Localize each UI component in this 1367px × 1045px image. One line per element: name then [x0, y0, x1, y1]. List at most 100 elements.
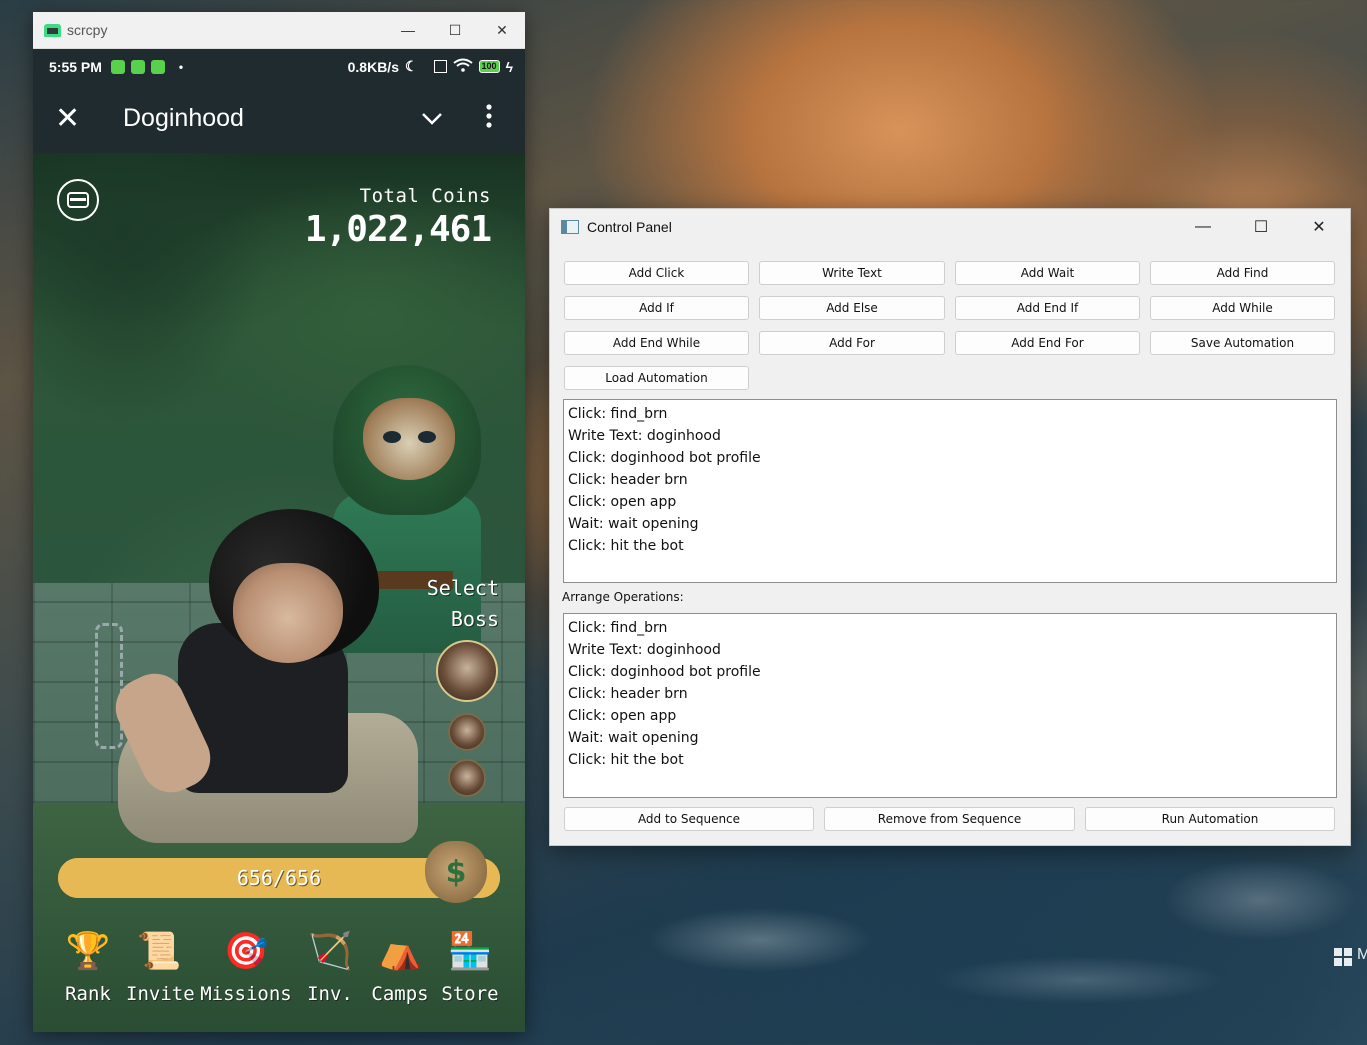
add-end-while-button[interactable]: Add End While [564, 331, 749, 355]
android-icon [44, 23, 61, 37]
scrcpy-titlebar[interactable]: scrcpy — ☐ ✕ [33, 12, 525, 49]
add-if-button[interactable]: Add If [564, 296, 749, 320]
money-bag-icon[interactable]: $ [425, 841, 487, 903]
energy-text: 656/656 [236, 866, 322, 890]
wallet-icon [67, 192, 89, 208]
list-item[interactable]: Write Text: doginhood [568, 425, 1332, 447]
notification-app-icon [130, 59, 145, 74]
close-button[interactable]: ✕ [1290, 209, 1348, 245]
total-coins-value: 1,022,461 [304, 209, 492, 250]
list-item[interactable]: Click: header brn [568, 469, 1332, 491]
nav-item-inventory[interactable]: 🏹 Inv. [307, 923, 353, 1005]
nav-label: Missions [200, 983, 292, 1005]
desktop-wallpaper-detail [560, 860, 1367, 1045]
boss-avatar-selected[interactable] [436, 640, 498, 702]
total-coins-label: Total Coins [359, 185, 491, 207]
operations-list[interactable]: Click: find_brn Write Text: doginhood Cl… [563, 399, 1337, 583]
wallet-button[interactable] [57, 179, 99, 221]
notification-app-icon [110, 59, 125, 74]
load-automation-button[interactable]: Load Automation [564, 366, 749, 390]
list-item[interactable]: Click: open app [568, 491, 1332, 513]
add-while-button[interactable]: Add While [1150, 296, 1335, 320]
list-item[interactable]: Wait: wait opening [568, 513, 1332, 535]
control-panel-titlebar[interactable]: Control Panel — ☐ ✕ [550, 209, 1350, 245]
boss-avatar[interactable] [448, 713, 486, 751]
scroll-icon: 📜 [136, 930, 182, 971]
charging-icon: ϟ [505, 58, 513, 75]
list-item[interactable]: Click: open app [568, 705, 1332, 727]
list-item[interactable]: Click: header brn [568, 683, 1332, 705]
archer-character-face [363, 398, 455, 480]
boss-avatar[interactable] [448, 759, 486, 797]
close-icon[interactable]: ✕ [55, 102, 80, 136]
remove-from-sequence-button[interactable]: Remove from Sequence [824, 807, 1075, 831]
quiver-icon: 🏹 [307, 930, 353, 971]
add-to-sequence-button[interactable]: Add to Sequence [564, 807, 814, 831]
store-icon: 🏪 [447, 930, 493, 971]
close-button[interactable]: ✕ [479, 12, 525, 48]
game-view[interactable]: Total Coins 1,022,461 Select Boss 656/65… [33, 153, 525, 1032]
control-panel-title: Control Panel [587, 219, 672, 235]
add-else-button[interactable]: Add Else [759, 296, 945, 320]
battery-icon: 100 [478, 60, 500, 73]
more-notifications-dot: • [178, 59, 184, 74]
list-item[interactable]: Click: find_brn [568, 403, 1332, 425]
run-automation-button[interactable]: Run Automation [1085, 807, 1335, 831]
scrcpy-window: scrcpy — ☐ ✕ 5:55 PM • 0.8KB/s ☾ 100 ϟ ✕… [33, 12, 525, 1032]
nav-item-rank[interactable]: 🏆 Rank [61, 923, 115, 1005]
boss-character-face[interactable] [233, 563, 343, 663]
select-boss-line: Select [426, 576, 499, 600]
add-click-button[interactable]: Add Click [564, 261, 749, 285]
status-right-group: 0.8KB/s ☾ 100 ϟ [348, 49, 513, 84]
network-speed: 0.8KB/s [347, 58, 399, 75]
nav-label: Store [441, 983, 499, 1005]
window-app-icon [561, 220, 579, 234]
write-text-button[interactable]: Write Text [759, 261, 945, 285]
list-item[interactable]: Wait: wait opening [568, 727, 1332, 749]
minimize-button[interactable]: — [1174, 209, 1232, 245]
chain [95, 623, 123, 749]
target-icon: 🎯 [223, 930, 269, 971]
trophy-icon: 🏆 [65, 930, 111, 971]
nav-label: Invite [126, 983, 195, 1005]
nav-item-invite[interactable]: 📜 Invite [126, 923, 195, 1005]
list-item[interactable]: Click: doginhood bot profile [568, 661, 1332, 683]
wifi-icon [452, 58, 473, 75]
nav-item-missions[interactable]: 🎯 Missions [200, 923, 292, 1005]
add-wait-button[interactable]: Add Wait [955, 261, 1140, 285]
tent-icon: ⛺ [377, 930, 423, 971]
nav-label: Rank [65, 983, 111, 1005]
telegram-app-header: ✕ Doginhood [33, 84, 525, 154]
maximize-button[interactable]: ☐ [1232, 209, 1290, 245]
select-boss-line: Boss [450, 607, 499, 631]
phone-status-bar: 5:55 PM • 0.8KB/s ☾ 100 ϟ [33, 49, 525, 84]
list-item[interactable]: Click: doginhood bot profile [568, 447, 1332, 469]
arranged-operations-list[interactable]: Click: find_brn Write Text: doginhood Cl… [563, 613, 1337, 798]
save-automation-button[interactable]: Save Automation [1150, 331, 1335, 355]
chevron-down-icon[interactable] [421, 106, 443, 132]
select-boss-label[interactable]: Select Boss [427, 573, 499, 635]
bottom-nav: 🏆 Rank 📜 Invite 🎯 Missions 🏹 Inv. ⛺ Camp… [33, 923, 525, 1023]
more-options-icon[interactable] [486, 104, 492, 133]
nav-item-store[interactable]: 🏪 Store [438, 923, 502, 1005]
add-end-if-button[interactable]: Add End If [955, 296, 1140, 320]
minimize-button[interactable]: — [385, 12, 431, 48]
list-item[interactable]: Write Text: doginhood [568, 639, 1332, 661]
maximize-button[interactable]: ☐ [432, 12, 478, 48]
scrcpy-window-title: scrcpy [67, 22, 108, 38]
archer-eye [418, 431, 436, 443]
sim-icon [433, 60, 447, 73]
desktop-corner-text: M [1357, 946, 1367, 963]
windows-logo-icon [1334, 948, 1352, 966]
list-item[interactable]: Click: hit the bot [568, 535, 1332, 557]
list-item[interactable]: Click: hit the bot [568, 749, 1332, 771]
add-find-button[interactable]: Add Find [1150, 261, 1335, 285]
arrange-operations-label: Arrange Operations: [562, 590, 684, 604]
list-item[interactable]: Click: find_brn [568, 617, 1332, 639]
do-not-disturb-icon: ☾ [404, 58, 418, 74]
add-for-button[interactable]: Add For [759, 331, 945, 355]
add-end-for-button[interactable]: Add End For [955, 331, 1140, 355]
nav-item-camps[interactable]: ⛺ Camps [368, 923, 432, 1005]
status-time: 5:55 PM [49, 58, 102, 75]
archer-eye [383, 431, 401, 443]
